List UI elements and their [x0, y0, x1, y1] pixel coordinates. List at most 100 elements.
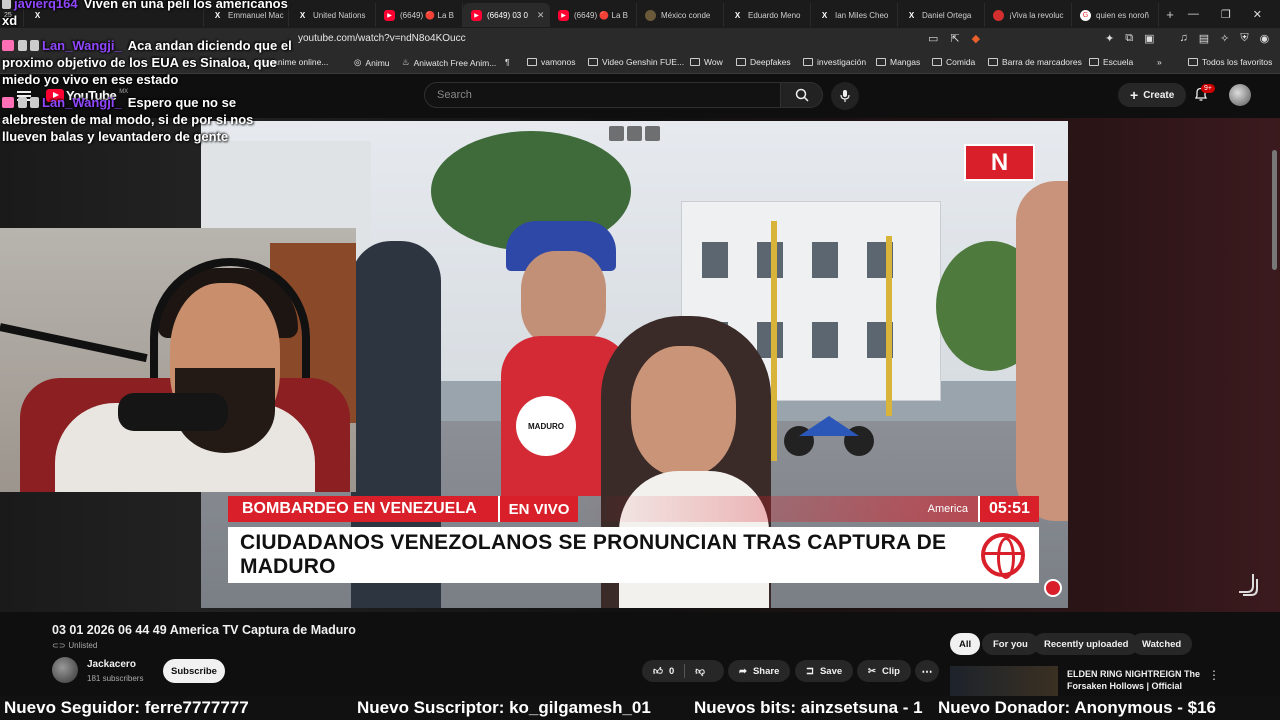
bookmark-item[interactable]: ♨ Aniwatch Free Anim... [402, 57, 496, 68]
bookmark-label: Todos los favoritos [1202, 57, 1273, 67]
browser-tab[interactable]: ▶ (6649) 🔴 La B [376, 3, 463, 27]
lower-third-tag: BOMBARDEO EN VENEZUELA [228, 496, 498, 522]
like-button[interactable]: 👍︎ 0 [653, 665, 674, 678]
bookmark-label: Deepfakes [750, 57, 791, 67]
tab-label: México conde [661, 10, 711, 20]
bookmark-folder[interactable]: Comida [932, 57, 975, 67]
player-icon[interactable] [609, 126, 624, 141]
network-logo: N [964, 144, 1035, 181]
close-tab-icon[interactable]: ✕ [537, 10, 545, 21]
new-bits-alert: Nuevos bits: ainzsetsuna - 1 [694, 698, 923, 717]
save-button[interactable]: ⊐ Save [795, 660, 854, 682]
browser-tab[interactable]: Gquien es noroñ [1072, 3, 1159, 27]
close-window-icon[interactable]: ✕ [1253, 8, 1262, 21]
bookmark-folder[interactable]: vamonos [527, 57, 576, 67]
browser-tab[interactable]: X Daniel Ortega [898, 3, 985, 27]
sidebar-icon[interactable]: ▣ [1144, 32, 1154, 45]
tab-label: (6649) 🔴 La B [400, 10, 454, 20]
bookmark-folder[interactable]: Wow [690, 57, 723, 67]
new-tab-button[interactable]: + [1159, 7, 1181, 22]
create-button[interactable]: + Create [1118, 83, 1187, 107]
bookmark-label: vamonos [541, 57, 576, 67]
network-name: America [927, 503, 968, 515]
chat-username: Lan_Wangji_ [42, 95, 122, 110]
shield-icon[interactable]: ⛨ [1240, 32, 1248, 45]
new-donor-alert: Nuevo Donador: Anonymous - $16 [938, 698, 1217, 717]
page-scrollbar[interactable] [1272, 150, 1277, 270]
clip-button[interactable]: ✂ Clip [857, 660, 911, 682]
bookmark-star-icon[interactable]: ◆ [972, 32, 980, 45]
share-page-icon[interactable]: ⇱ [950, 32, 959, 45]
aniwatch-icon: ♨ [402, 57, 410, 67]
share-button[interactable]: ➦ Share [728, 660, 791, 682]
folder-icon [588, 58, 598, 66]
video-title: 03 01 2026 06 44 49 America TV Captura d… [52, 623, 356, 637]
pip-gesture-icon[interactable] [1235, 571, 1261, 597]
browser-tab[interactable]: México conde [637, 3, 724, 27]
player-icon[interactable] [645, 126, 660, 141]
minimize-icon[interactable]: — [1188, 8, 1199, 21]
bookmark-item[interactable]: ◎ Animu [354, 57, 390, 68]
music-icon[interactable]: ♫ [1179, 32, 1187, 45]
puzzle-icon[interactable]: ⧉ [1125, 32, 1133, 45]
browser-tab[interactable]: ¡Viva la revoluc [985, 3, 1072, 27]
channel-avatar[interactable] [52, 657, 78, 683]
x-icon: X [734, 10, 741, 20]
search-icon [795, 88, 809, 102]
bookmark-folder[interactable]: Barra de marcadores [988, 57, 1082, 67]
user-avatar[interactable] [1229, 84, 1251, 106]
network-band: America [578, 496, 978, 522]
filter-chip-recently-uploaded[interactable]: Recently uploaded [1033, 633, 1140, 655]
globe-logo-icon [981, 533, 1025, 579]
extension-icon[interactable]: ✦ [1105, 32, 1114, 45]
bookmark-folder[interactable]: investigación [803, 57, 866, 67]
browser-tab-active[interactable]: ▶ (6649) 03 0 ✕ [463, 3, 550, 27]
bookmark-folder[interactable]: Todos los favoritos [1188, 57, 1272, 67]
bookmark-folder[interactable]: Mangas [876, 57, 920, 67]
filter-chip-all[interactable]: All [950, 633, 981, 655]
bookmark-folder[interactable]: Video Genshin FUE... [588, 57, 684, 67]
filter-chip-for-you[interactable]: For you [982, 633, 1039, 655]
filter-chip-watched[interactable]: Watched [1131, 633, 1193, 655]
tab-label: United Nations [313, 10, 366, 20]
bookmark-item[interactable]: ¶ [505, 57, 510, 67]
address-bar-actions: ▭ ⇱ ◆ [928, 32, 980, 45]
tab-label: quien es noroñ [1096, 10, 1149, 20]
subscribe-button[interactable]: Subscribe [163, 659, 225, 683]
google-icon: G [1080, 9, 1091, 21]
tab-label: Daniel Ortega [922, 10, 972, 20]
search-button[interactable] [781, 82, 823, 108]
youtube-icon: ▶ [471, 9, 482, 21]
player-icon[interactable] [627, 126, 642, 141]
notification-count-badge: 9+ [1201, 84, 1215, 93]
ai-icon[interactable]: ✧ [1220, 32, 1229, 45]
bookmark-folder[interactable]: Escuela [1089, 57, 1133, 67]
cast-icon[interactable]: ▭ [928, 32, 938, 45]
reading-list-icon[interactable]: ▤ [1199, 32, 1209, 45]
more-actions-button[interactable]: ⋯ [915, 660, 939, 682]
player-top-icons [609, 126, 660, 141]
maximize-icon[interactable]: ❐ [1221, 8, 1231, 21]
url-field[interactable]: youtube.com/watch?v=ndN8o4KOucc [298, 33, 466, 44]
voice-search-button[interactable] [831, 82, 859, 110]
microphone-icon [118, 393, 228, 431]
pin-icon: ¶ [505, 57, 510, 67]
suggested-video-title[interactable]: ELDEN RING NIGHTREIGN The Forsaken Hollo… [1067, 668, 1202, 692]
bookmarks-overflow[interactable]: » [1157, 57, 1162, 67]
suggested-video-menu-icon[interactable]: ⋮ [1208, 668, 1220, 682]
bookmark-folder[interactable]: Deepfakes [736, 57, 791, 67]
suggested-video-thumbnail[interactable] [950, 666, 1058, 696]
corner-watermark-icon [1044, 579, 1062, 597]
browser-tab[interactable]: X Eduardo Meno [724, 3, 811, 27]
stream-alerts-ticker: Nuevo Seguidor: ferre7777777 Nuevo Suscr… [0, 696, 1280, 720]
tab-label: Ian Miles Cheo [835, 10, 889, 20]
search-input[interactable]: Search [424, 82, 781, 108]
visibility-label: ⊂⊃ Unlisted [52, 641, 97, 650]
browser-tab[interactable]: X Ian Miles Cheo [811, 3, 898, 27]
profile-icon[interactable]: ◉ [1260, 32, 1270, 45]
youtube-icon: ▶ [558, 9, 569, 21]
lower-third-headline: CIUDADANOS VENEZOLANOS SE PRONUNCIAN TRA… [228, 527, 1039, 583]
browser-tab[interactable]: ▶ (6649) 🔴 La B [550, 3, 637, 27]
thumbs-down-icon[interactable]: 👎︎ [695, 665, 705, 677]
channel-name[interactable]: Jackacero [87, 659, 136, 670]
